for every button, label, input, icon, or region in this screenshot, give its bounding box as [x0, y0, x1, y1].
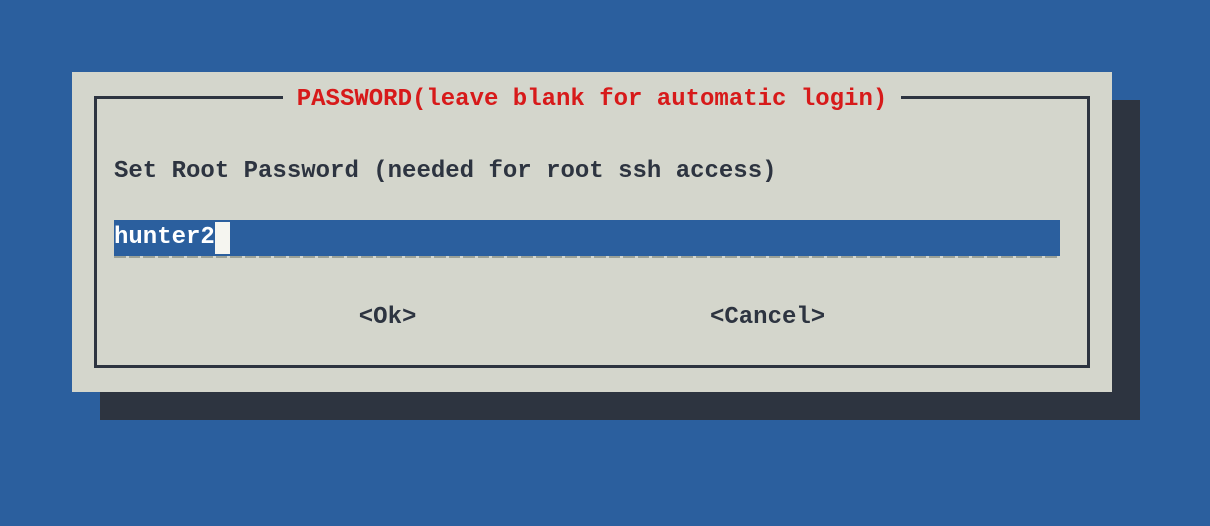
- password-dialog: PASSWORD(leave blank for automatic login…: [72, 72, 1112, 392]
- cancel-button[interactable]: <Cancel>: [710, 304, 825, 331]
- dialog-title-wrap: PASSWORD(leave blank for automatic login…: [72, 86, 1112, 113]
- ok-button[interactable]: <Ok>: [359, 304, 417, 331]
- text-cursor-icon: [215, 222, 230, 254]
- password-input[interactable]: hunter2: [114, 220, 1060, 256]
- input-underline: [114, 256, 1060, 259]
- dialog-buttons: <Ok> <Cancel>: [72, 304, 1112, 331]
- dialog-title: PASSWORD(leave blank for automatic login…: [283, 86, 902, 113]
- dialog-prompt: Set Root Password (needed for root ssh a…: [114, 158, 777, 185]
- password-input-value: hunter2: [114, 224, 215, 251]
